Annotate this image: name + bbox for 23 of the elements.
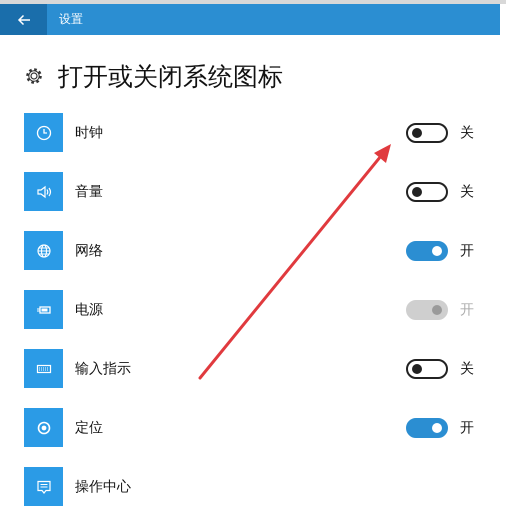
window-title: 设置 — [59, 11, 83, 28]
toggle-switch[interactable] — [406, 182, 448, 202]
toggle-switch[interactable] — [406, 358, 448, 378]
setting-label: 音量 — [75, 182, 104, 200]
back-button[interactable] — [0, 4, 47, 35]
toggle-state: 开 — [460, 242, 475, 260]
toggle-switch[interactable] — [406, 418, 448, 438]
setting-label: 电源 — [75, 300, 104, 318]
back-arrow-icon — [16, 14, 30, 26]
setting-label: 操作中心 — [75, 478, 132, 496]
toggle-state: 关 — [460, 124, 475, 142]
toggle-switch[interactable] — [406, 240, 448, 260]
toggle-state: 开 — [460, 418, 475, 436]
toggle-state: 开 — [460, 300, 475, 318]
setting-label: 输入指示 — [75, 360, 132, 378]
setting-label: 时钟 — [75, 124, 104, 142]
page-title: 打开或关闭系统图标 — [58, 60, 283, 92]
toggle-state: 关 — [460, 182, 475, 200]
toggle-switch[interactable] — [406, 122, 448, 142]
settings-icon — [24, 66, 44, 86]
setting-label: 网络 — [75, 242, 104, 260]
toggle-state: 关 — [460, 360, 475, 378]
setting-label: 定位 — [75, 418, 104, 436]
